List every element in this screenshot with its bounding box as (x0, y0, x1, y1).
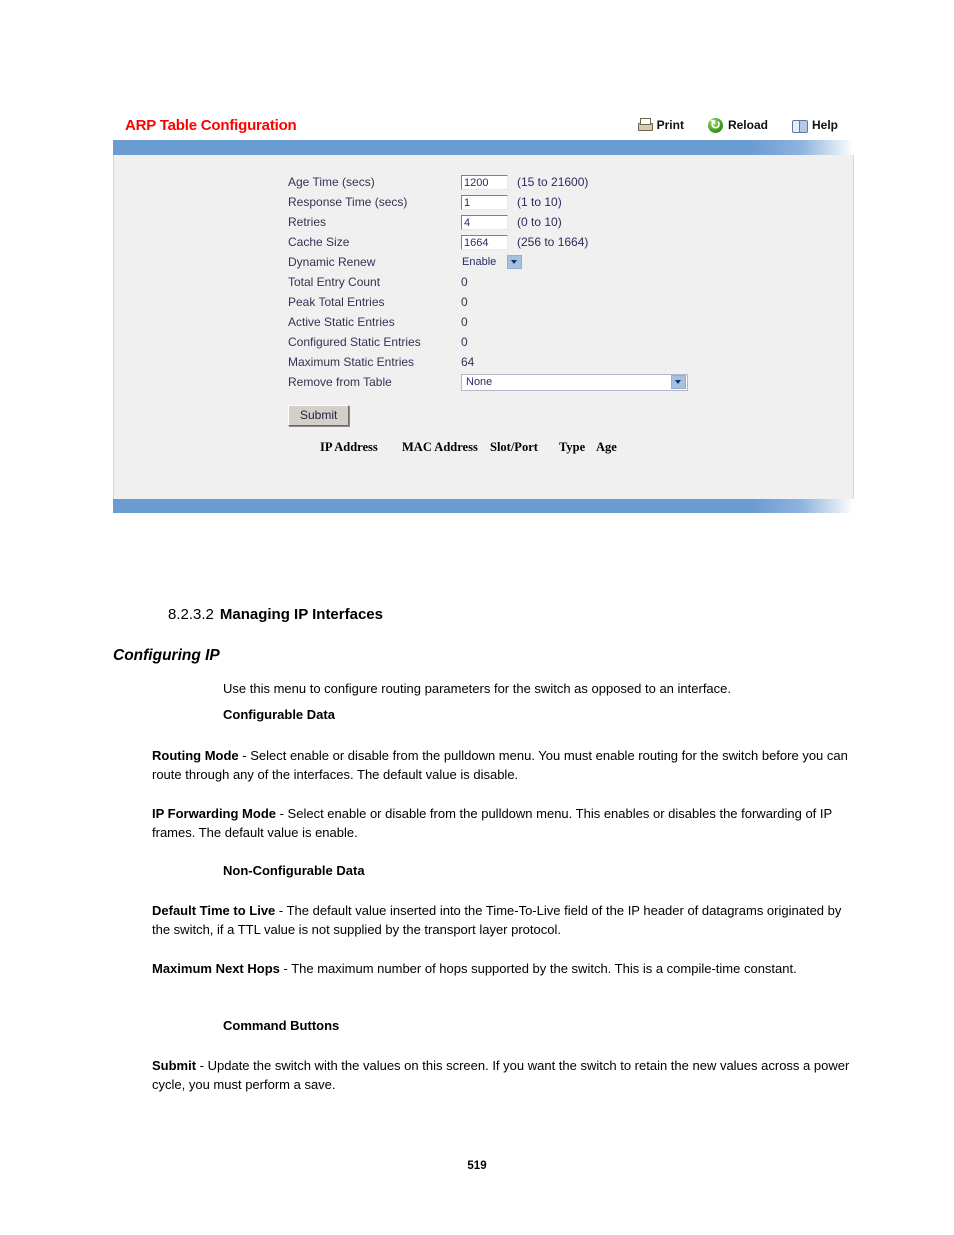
footer-blue-bar (113, 499, 854, 513)
label-cache-size: Cache Size (288, 235, 350, 249)
header-blue-bar (113, 140, 854, 155)
ip-forwarding-paragraph: IP Forwarding Mode - Select enable or di… (152, 804, 855, 842)
label-peak-total-entries: Peak Total Entries (288, 295, 385, 309)
label-total-entry-count: Total Entry Count (288, 275, 381, 289)
label-active-static-entries: Active Static Entries (288, 315, 395, 329)
input-age-time[interactable]: 1200 (461, 174, 508, 190)
routing-mode-desc: - Select enable or disable from the pull… (152, 748, 848, 782)
input-retries[interactable]: 4 (461, 214, 508, 230)
input-cache-size[interactable]: 1664 (461, 234, 508, 250)
arp-table-header-row: IP Address MAC Address Slot/Port Type Ag… (114, 440, 853, 455)
field-row-retries: Retries 4 (0 to 10) (288, 212, 853, 232)
field-row-peak-total-entries: Peak Total Entries 0 (288, 292, 853, 312)
routing-mode-paragraph: Routing Mode - Select enable or disable … (152, 746, 855, 784)
submit-button[interactable]: Submit (288, 405, 350, 426)
ip-forwarding-term: IP Forwarding Mode (152, 806, 276, 821)
ttl-term: Default Time to Live (152, 903, 276, 918)
label-dynamic-renew: Dynamic Renew (288, 255, 376, 269)
field-row-dynamic-renew: Dynamic Renew Enable (288, 252, 853, 272)
ui-toolbar: Print Reload Help (637, 116, 850, 133)
select-remove-from-table-value: None (466, 376, 493, 388)
label-response-time: Response Time (secs) (288, 195, 408, 209)
chevron-down-icon[interactable] (507, 255, 522, 269)
routing-mode-term: Routing Mode (152, 748, 239, 763)
label-configured-static-entries: Configured Static Entries (288, 335, 421, 349)
column-header-type: Type (559, 440, 586, 454)
hops-desc: - The maximum number of hops supported b… (279, 961, 797, 976)
value-active-static-entries: 0 (461, 315, 468, 329)
ttl-paragraph: Default Time to Live - The default value… (152, 901, 855, 939)
section-heading: 8.2.3.2 Managing IP Interfaces (168, 606, 383, 623)
label-retries: Retries (288, 215, 327, 229)
field-row-response-time: Response Time (secs) 1 (1 to 10) (288, 192, 853, 212)
hint-age-time: (15 to 21600) (517, 175, 589, 189)
hops-term: Maximum Next Hops (152, 961, 280, 976)
command-buttons-heading: Command Buttons (223, 1018, 340, 1033)
arp-config-screenshot: ARP Table Configuration Print Reload Hel… (113, 110, 854, 517)
field-row-age-time: Age Time (secs) 1200 (15 to 21600) (288, 172, 853, 192)
value-configured-static-entries: 0 (461, 335, 468, 349)
help-button[interactable]: Help (791, 118, 838, 133)
chevron-down-icon[interactable] (671, 375, 686, 389)
label-age-time: Age Time (secs) (288, 175, 375, 189)
help-book-icon (791, 118, 808, 133)
help-label: Help (811, 118, 838, 132)
column-header-age: Age (596, 440, 617, 454)
column-header-mac-address: MAC Address (402, 440, 478, 454)
next-hops-paragraph: Maximum Next Hops - The maximum number o… (152, 959, 855, 978)
configurable-data-heading: Configurable Data (223, 707, 335, 722)
submit-term: Submit (152, 1058, 197, 1073)
ui-titlebar: ARP Table Configuration Print Reload Hel… (113, 110, 854, 140)
subsection-heading: Configuring IP (113, 647, 220, 664)
print-label: Print (656, 118, 684, 132)
field-row-total-entry-count: Total Entry Count 0 (288, 272, 853, 292)
non-configurable-data-heading: Non-Configurable Data (223, 863, 365, 878)
value-peak-total-entries: 0 (461, 295, 468, 309)
label-remove-from-table: Remove from Table (288, 375, 392, 389)
select-remove-from-table[interactable]: None (461, 373, 688, 391)
column-header-slot-port: Slot/Port (490, 440, 538, 454)
select-dynamic-renew-value: Enable (462, 256, 497, 268)
print-button[interactable]: Print (637, 117, 684, 133)
field-row-remove-from-table: Remove from Table None (288, 372, 853, 392)
hint-cache-size: (256 to 1664) (517, 235, 589, 249)
value-maximum-static-entries: 64 (461, 355, 475, 369)
column-header-ip-address: IP Address (320, 440, 378, 454)
section-number: 8.2.3.2 (168, 606, 214, 623)
submit-row: Submit (114, 405, 853, 426)
field-row-configured-static-entries: Configured Static Entries 0 (288, 332, 853, 352)
page-number: 519 (467, 1160, 487, 1172)
input-response-time[interactable]: 1 (461, 194, 508, 210)
submit-paragraph: Submit - Update the switch with the valu… (152, 1056, 855, 1094)
field-row-cache-size: Cache Size 1664 (256 to 1664) (288, 232, 853, 252)
hint-response-time: (1 to 10) (517, 195, 562, 209)
reload-icon (707, 116, 723, 133)
submit-desc: - Update the switch with the values on t… (152, 1058, 850, 1092)
page-title: ARP Table Configuration (125, 116, 297, 134)
section-title: Managing IP Interfaces (219, 606, 383, 623)
select-dynamic-renew[interactable]: Enable (461, 254, 523, 270)
intro-paragraph: Use this menu to configure routing param… (223, 681, 731, 696)
reload-button[interactable]: Reload (707, 116, 768, 133)
arp-config-form: Age Time (secs) 1200 (15 to 21600) Respo… (114, 155, 853, 392)
hint-retries: (0 to 10) (517, 215, 562, 229)
field-row-maximum-static-entries: Maximum Static Entries 64 (288, 352, 853, 372)
field-row-active-static-entries: Active Static Entries 0 (288, 312, 853, 332)
reload-label: Reload (727, 118, 768, 132)
printer-icon (637, 117, 653, 133)
value-total-entry-count: 0 (461, 275, 468, 289)
label-maximum-static-entries: Maximum Static Entries (288, 355, 415, 369)
ui-body: Age Time (secs) 1200 (15 to 21600) Respo… (113, 155, 854, 499)
